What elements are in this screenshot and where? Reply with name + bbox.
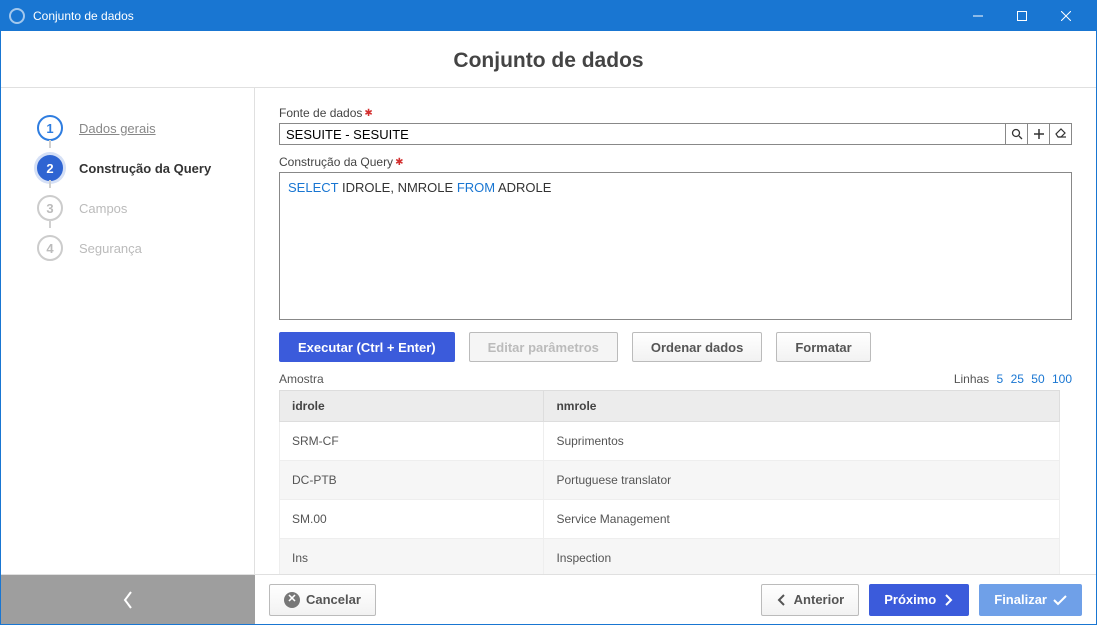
step-number: 4 bbox=[37, 235, 63, 261]
chevron-left-icon bbox=[776, 594, 788, 606]
rows-option-5[interactable]: 5 bbox=[997, 372, 1004, 386]
step-label: Construção da Query bbox=[79, 161, 211, 176]
step-label: Dados gerais bbox=[79, 121, 156, 136]
table-cell: Inspection bbox=[544, 539, 1060, 575]
action-buttons: Executar (Ctrl + Enter) Editar parâmetro… bbox=[279, 332, 1072, 362]
source-label: Fonte de dados bbox=[279, 106, 1072, 120]
order-data-button[interactable]: Ordenar dados bbox=[632, 332, 762, 362]
wizard-step-1[interactable]: 1 Dados gerais bbox=[1, 108, 254, 148]
rows-option-100[interactable]: 100 bbox=[1052, 372, 1072, 386]
table-row[interactable]: SRM-CFSuprimentos bbox=[280, 422, 1060, 461]
app-window: Conjunto de dados Conjunto de dados 1 Dad… bbox=[0, 0, 1097, 625]
query-editor[interactable]: SELECT IDROLE, NMROLE FROM ADROLE bbox=[279, 172, 1072, 320]
cancel-label: Cancelar bbox=[306, 592, 361, 607]
maximize-icon bbox=[1017, 11, 1027, 21]
body: 1 Dados gerais 2 Construção da Query 3 Campos… bbox=[1, 88, 1096, 574]
step-number: 1 bbox=[37, 115, 63, 141]
footer-right: ✕ Cancelar Anterior Próximo Finalizar bbox=[255, 584, 1096, 616]
maximize-button[interactable] bbox=[1000, 1, 1044, 31]
back-arrow-button[interactable] bbox=[1, 575, 255, 624]
table-row[interactable]: DC-PTBPortuguese translator bbox=[280, 461, 1060, 500]
required-icon bbox=[364, 108, 372, 119]
finish-button[interactable]: Finalizar bbox=[979, 584, 1082, 616]
plus-icon bbox=[1033, 128, 1045, 140]
column-header-idrole[interactable]: idrole bbox=[280, 391, 544, 422]
cancel-icon: ✕ bbox=[284, 592, 300, 608]
sample-label: Amostra bbox=[279, 372, 324, 386]
sample-table-wrap: idrolenmroleSRM-CFSuprimentosDC-PTBPortu… bbox=[279, 390, 1072, 574]
wizard-step-2[interactable]: 2 Construção da Query bbox=[1, 148, 254, 188]
app-icon bbox=[9, 8, 25, 24]
table-cell: Suprimentos bbox=[544, 422, 1060, 461]
cancel-button[interactable]: ✕ Cancelar bbox=[269, 584, 376, 616]
table-cell: Service Management bbox=[544, 500, 1060, 539]
source-input[interactable] bbox=[279, 123, 1006, 145]
search-icon bbox=[1011, 128, 1023, 140]
rows-selector: Linhas 5 25 50 100 bbox=[954, 372, 1072, 386]
step-number: 3 bbox=[37, 195, 63, 221]
minimize-icon bbox=[973, 11, 983, 21]
sample-table: idrolenmroleSRM-CFSuprimentosDC-PTBPortu… bbox=[279, 390, 1060, 574]
table-row[interactable]: SM.00Service Management bbox=[280, 500, 1060, 539]
table-cell: Ins bbox=[280, 539, 544, 575]
source-label-text: Fonte de dados bbox=[279, 106, 362, 120]
previous-button[interactable]: Anterior bbox=[761, 584, 860, 616]
table-row[interactable]: InsInspection bbox=[280, 539, 1060, 575]
sample-table-scroll[interactable]: idrolenmroleSRM-CFSuprimentosDC-PTBPortu… bbox=[279, 390, 1060, 574]
next-button[interactable]: Próximo bbox=[869, 584, 969, 616]
query-label: Construção da Query bbox=[279, 155, 1072, 169]
rows-label: Linhas bbox=[954, 372, 989, 386]
chevron-left-icon bbox=[122, 590, 134, 610]
finish-label: Finalizar bbox=[994, 592, 1047, 607]
minimize-button[interactable] bbox=[956, 1, 1000, 31]
table-cell: Portuguese translator bbox=[544, 461, 1060, 500]
eraser-icon bbox=[1055, 128, 1067, 140]
previous-label: Anterior bbox=[794, 592, 845, 607]
table-cell: SM.00 bbox=[280, 500, 544, 539]
step-label: Campos bbox=[79, 201, 127, 216]
column-header-nmrole[interactable]: nmrole bbox=[544, 391, 1060, 422]
table-cell: SRM-CF bbox=[280, 422, 544, 461]
execute-button[interactable]: Executar (Ctrl + Enter) bbox=[279, 332, 455, 362]
footer: ✕ Cancelar Anterior Próximo Finalizar bbox=[1, 574, 1096, 624]
page-title: Conjunto de dados bbox=[1, 31, 1096, 88]
step-label: Segurança bbox=[79, 241, 142, 256]
table-cell: DC-PTB bbox=[280, 461, 544, 500]
wizard-steps: 1 Dados gerais 2 Construção da Query 3 Campos… bbox=[1, 88, 255, 574]
source-search-button[interactable] bbox=[1006, 123, 1028, 145]
close-icon bbox=[1061, 11, 1071, 21]
wizard-step-3: 3 Campos bbox=[1, 188, 254, 228]
rows-option-50[interactable]: 50 bbox=[1031, 372, 1044, 386]
source-add-button[interactable] bbox=[1028, 123, 1050, 145]
next-label: Próximo bbox=[884, 592, 936, 607]
required-icon bbox=[395, 157, 403, 168]
window-title: Conjunto de dados bbox=[33, 9, 956, 23]
titlebar: Conjunto de dados bbox=[1, 1, 1096, 31]
edit-params-button[interactable]: Editar parâmetros bbox=[469, 332, 618, 362]
main-panel: Fonte de dados Construção da Query S bbox=[255, 88, 1096, 574]
wizard-step-4: 4 Segurança bbox=[1, 228, 254, 268]
check-icon bbox=[1053, 594, 1067, 606]
format-button[interactable]: Formatar bbox=[776, 332, 870, 362]
close-button[interactable] bbox=[1044, 1, 1088, 31]
source-clear-button[interactable] bbox=[1050, 123, 1072, 145]
sample-header: Amostra Linhas 5 25 50 100 bbox=[279, 372, 1072, 386]
chevron-right-icon bbox=[942, 594, 954, 606]
rows-option-25[interactable]: 25 bbox=[1011, 372, 1024, 386]
query-label-text: Construção da Query bbox=[279, 155, 393, 169]
step-number: 2 bbox=[37, 155, 63, 181]
source-row bbox=[279, 123, 1072, 145]
